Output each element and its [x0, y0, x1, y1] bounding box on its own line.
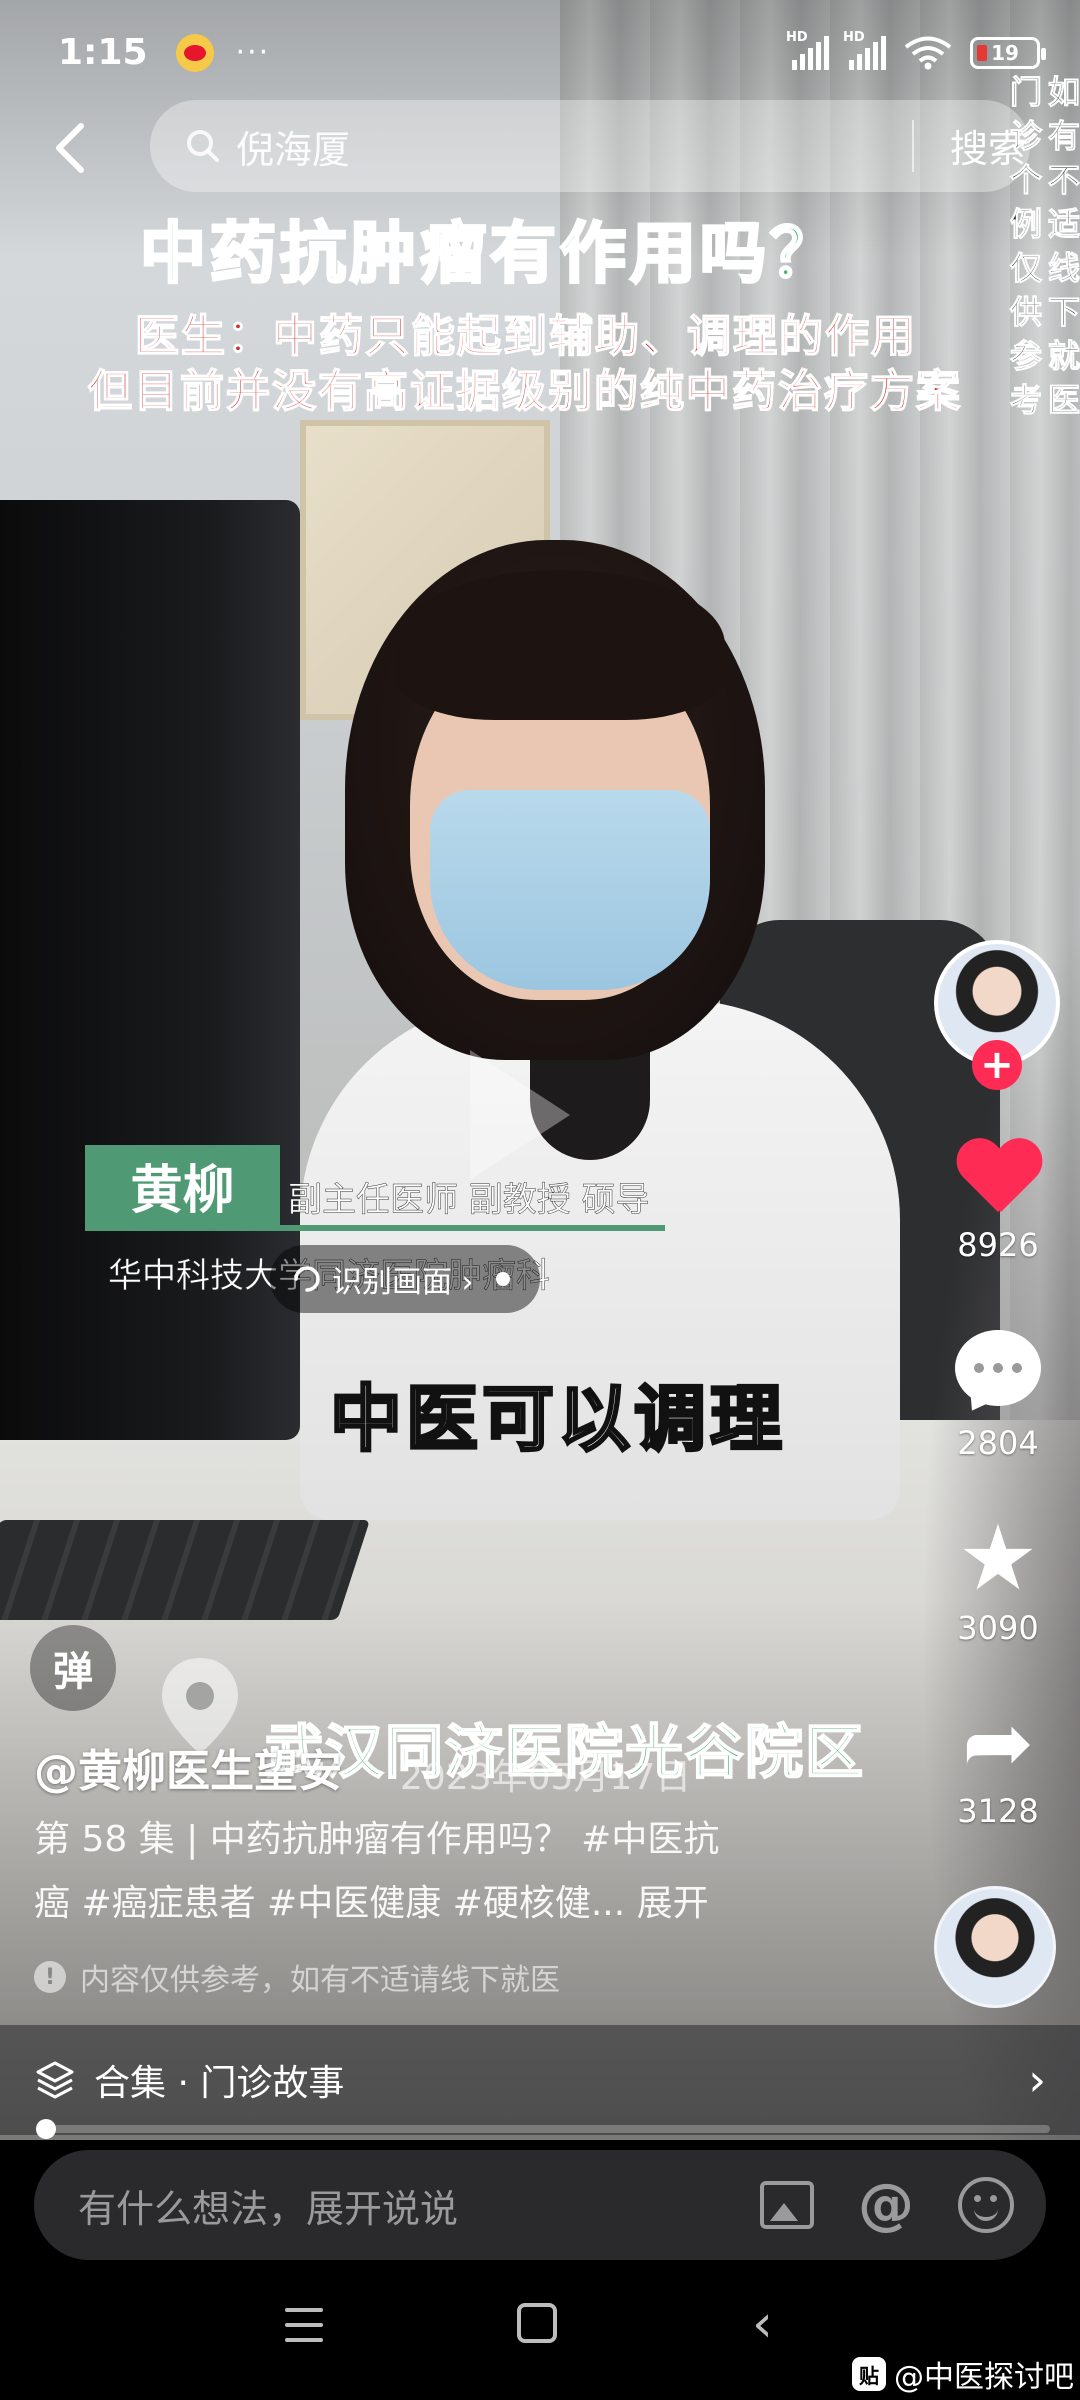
progress-knob[interactable]: [36, 2119, 56, 2139]
heart-icon: [955, 1140, 1041, 1220]
signal-icon: HD: [843, 30, 886, 70]
signal-hd-label: HD: [843, 29, 865, 45]
video-subtitle-line2: 但目前并没有高证据级别的纯中药治疗方案: [87, 365, 962, 418]
back-button[interactable]: [44, 118, 96, 178]
doctor-name-tag: 黄柳: [85, 1145, 280, 1225]
watermark-text: @中医探讨吧: [894, 2360, 1074, 2395]
search-query: 倪海厦: [236, 127, 351, 172]
comment-bubble-icon: [955, 1330, 1041, 1406]
wifi-icon: [904, 36, 952, 69]
scan-icon: [294, 1266, 320, 1292]
mention-icon[interactable]: @: [858, 2177, 914, 2233]
recognize-frame-button[interactable]: 识别画面 ›: [270, 1245, 540, 1313]
video-description[interactable]: 第 58 集 | 中药抗肿瘤有作用吗？ #中医抗 癌 #癌症患者 #中医健康 #…: [34, 1808, 834, 1936]
tieba-watermark: 贴 @中医探讨吧: [852, 2352, 1074, 2396]
share-count: 3128: [957, 1792, 1039, 1830]
face-mask: [430, 790, 710, 990]
system-back-button[interactable]: ‹: [752, 2298, 773, 2350]
comment-placeholder: 有什么想法，展开说说: [78, 2186, 459, 2231]
tieba-logo-icon: 贴: [852, 2357, 886, 2391]
favorite-count: 3090: [957, 1609, 1039, 1647]
recent-apps-button[interactable]: [285, 2308, 323, 2342]
description-line1: 第 58 集 | 中药抗肿瘤有作用吗？ #中医抗: [34, 1819, 720, 1860]
more-notifications-icon: ···: [235, 35, 271, 70]
search-input[interactable]: 倪海厦: [150, 100, 1030, 192]
author-name[interactable]: @黄柳医生望安: [34, 1735, 342, 1799]
danmu-toggle-button[interactable]: 弹: [30, 1625, 116, 1711]
vertical-disclaimer-2: 如有不适线下就医: [1047, 73, 1080, 420]
comment-button[interactable]: 2804: [940, 1330, 1056, 1462]
spoken-caption: 中医可以调理: [328, 1376, 787, 1463]
comment-input[interactable]: 有什么想法，展开说说 @: [34, 2150, 1046, 2260]
search-icon: [187, 130, 219, 162]
favorite-button[interactable]: ★ 3090: [940, 1506, 1056, 1648]
play-icon[interactable]: [470, 1050, 570, 1180]
status-bar: 1:15 ··· HD HD 19: [0, 0, 1080, 105]
video-title-caption: 中药抗肿瘤有作用吗？: [139, 214, 840, 294]
like-button[interactable]: 8926: [940, 1140, 1056, 1264]
emoji-icon[interactable]: [958, 2177, 1014, 2233]
star-icon: ★: [957, 1506, 1039, 1611]
music-disc-avatar[interactable]: [934, 1886, 1056, 2008]
chevron-right-icon: ›: [1028, 2054, 1046, 2106]
collection-label: 合集 · 门诊故事: [94, 2063, 345, 2104]
comment-actions: @: [760, 2177, 1014, 2233]
weibo-icon: [175, 33, 214, 72]
recognize-frame-label: 识别画面 ›: [332, 1265, 474, 1300]
info-icon: !: [34, 1961, 66, 1993]
layers-icon: [36, 2061, 74, 2099]
doctor-title: 副主任医师 副教授 硕导: [288, 1180, 650, 1221]
share-button[interactable]: ➦ 3128: [940, 1700, 1056, 1830]
signal-icon: HD: [786, 30, 829, 70]
follow-button[interactable]: +: [972, 1040, 1022, 1090]
publish-date: 2023年05月17日: [400, 1757, 692, 1798]
doctor-bangs: [395, 570, 725, 720]
like-count: 8926: [957, 1226, 1039, 1264]
battery-level: 19: [991, 40, 1019, 65]
content-notice: ! 内容仅供参考，如有不适请线下就医: [34, 1955, 560, 1999]
chevron-left-icon: [56, 123, 84, 173]
name-tag-underline: [85, 1225, 665, 1231]
battery-icon: 19: [970, 36, 1046, 69]
status-icons: HD HD 19: [786, 30, 1046, 70]
image-icon[interactable]: [760, 2181, 814, 2229]
comment-count: 2804: [957, 1424, 1039, 1462]
search-divider: [912, 120, 914, 172]
computer-monitor: [0, 500, 300, 1440]
recognize-dot: [495, 1272, 510, 1286]
video-progress-slider[interactable]: [36, 2119, 1050, 2139]
signal-hd-label: HD: [786, 29, 808, 45]
vertical-disclaimer-1: 门诊个例仅供参考: [1009, 73, 1042, 420]
description-line2: 癌 #癌症患者 #中医健康 #硬核健... 展开: [34, 1883, 709, 1924]
collection-bar[interactable]: 合集 · 门诊故事 ›: [0, 2025, 1080, 2135]
status-time: 1:15: [58, 32, 148, 73]
home-button[interactable]: [517, 2303, 557, 2343]
notice-text: 内容仅供参考，如有不适请线下就医: [80, 1963, 560, 1998]
share-arrow-icon: ➦: [961, 1693, 1035, 1793]
